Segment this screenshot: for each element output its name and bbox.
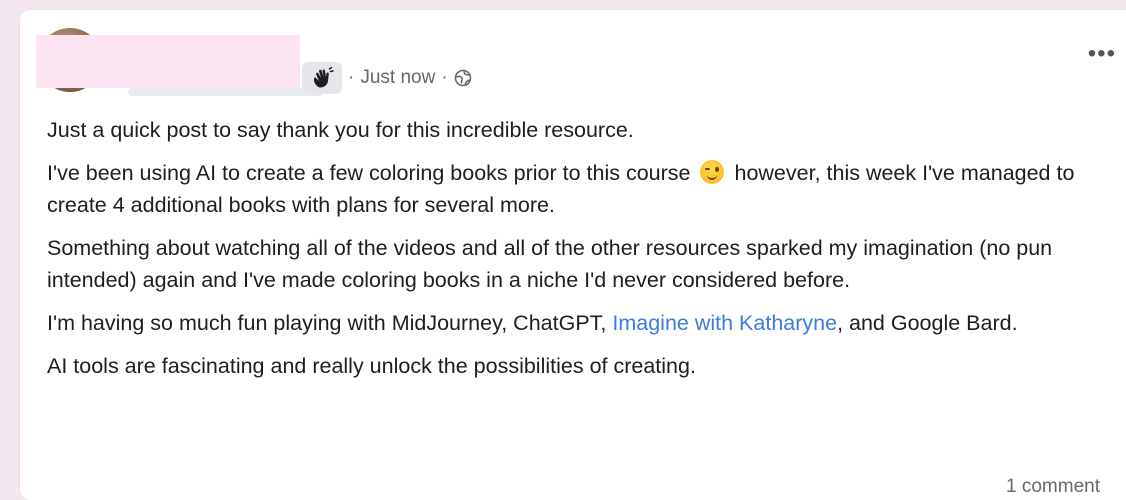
paragraph: AI tools are fascinating and really unlo… [47,354,696,378]
meta-separator: · [441,67,448,88]
author-name-redacted[interactable] [36,35,300,88]
paragraph: Just a quick post to say thank you for t… [47,118,634,142]
post-body: Just a quick post to say thank you for t… [47,114,1122,393]
meta-separator: · [348,67,355,88]
post-timestamp[interactable]: Just now [360,67,435,89]
author-subtitle-redacted [128,88,323,96]
mention-link[interactable]: Imagine with Katharyne [612,311,837,335]
comments-count-link[interactable]: 1 comment [1006,476,1100,498]
globe-icon [454,69,472,87]
waving-hand-icon[interactable] [302,62,342,94]
paragraph: I'm having so much fun playing with MidJ… [47,307,1122,339]
post-menu-button[interactable]: ••• [1088,42,1116,66]
paragraph-text: I'm having so much fun playing with MidJ… [47,311,607,335]
paragraph-text: , and Google Bard. [837,311,1018,335]
paragraph-text: I've been using AI to create a few color… [47,161,691,185]
paragraph: Something about watching all of the vide… [47,236,1053,292]
paragraph: I've been using AI to create a few color… [47,157,1122,221]
winking-face-emoji-icon [700,160,725,184]
post-meta: · Just now · [302,62,472,94]
